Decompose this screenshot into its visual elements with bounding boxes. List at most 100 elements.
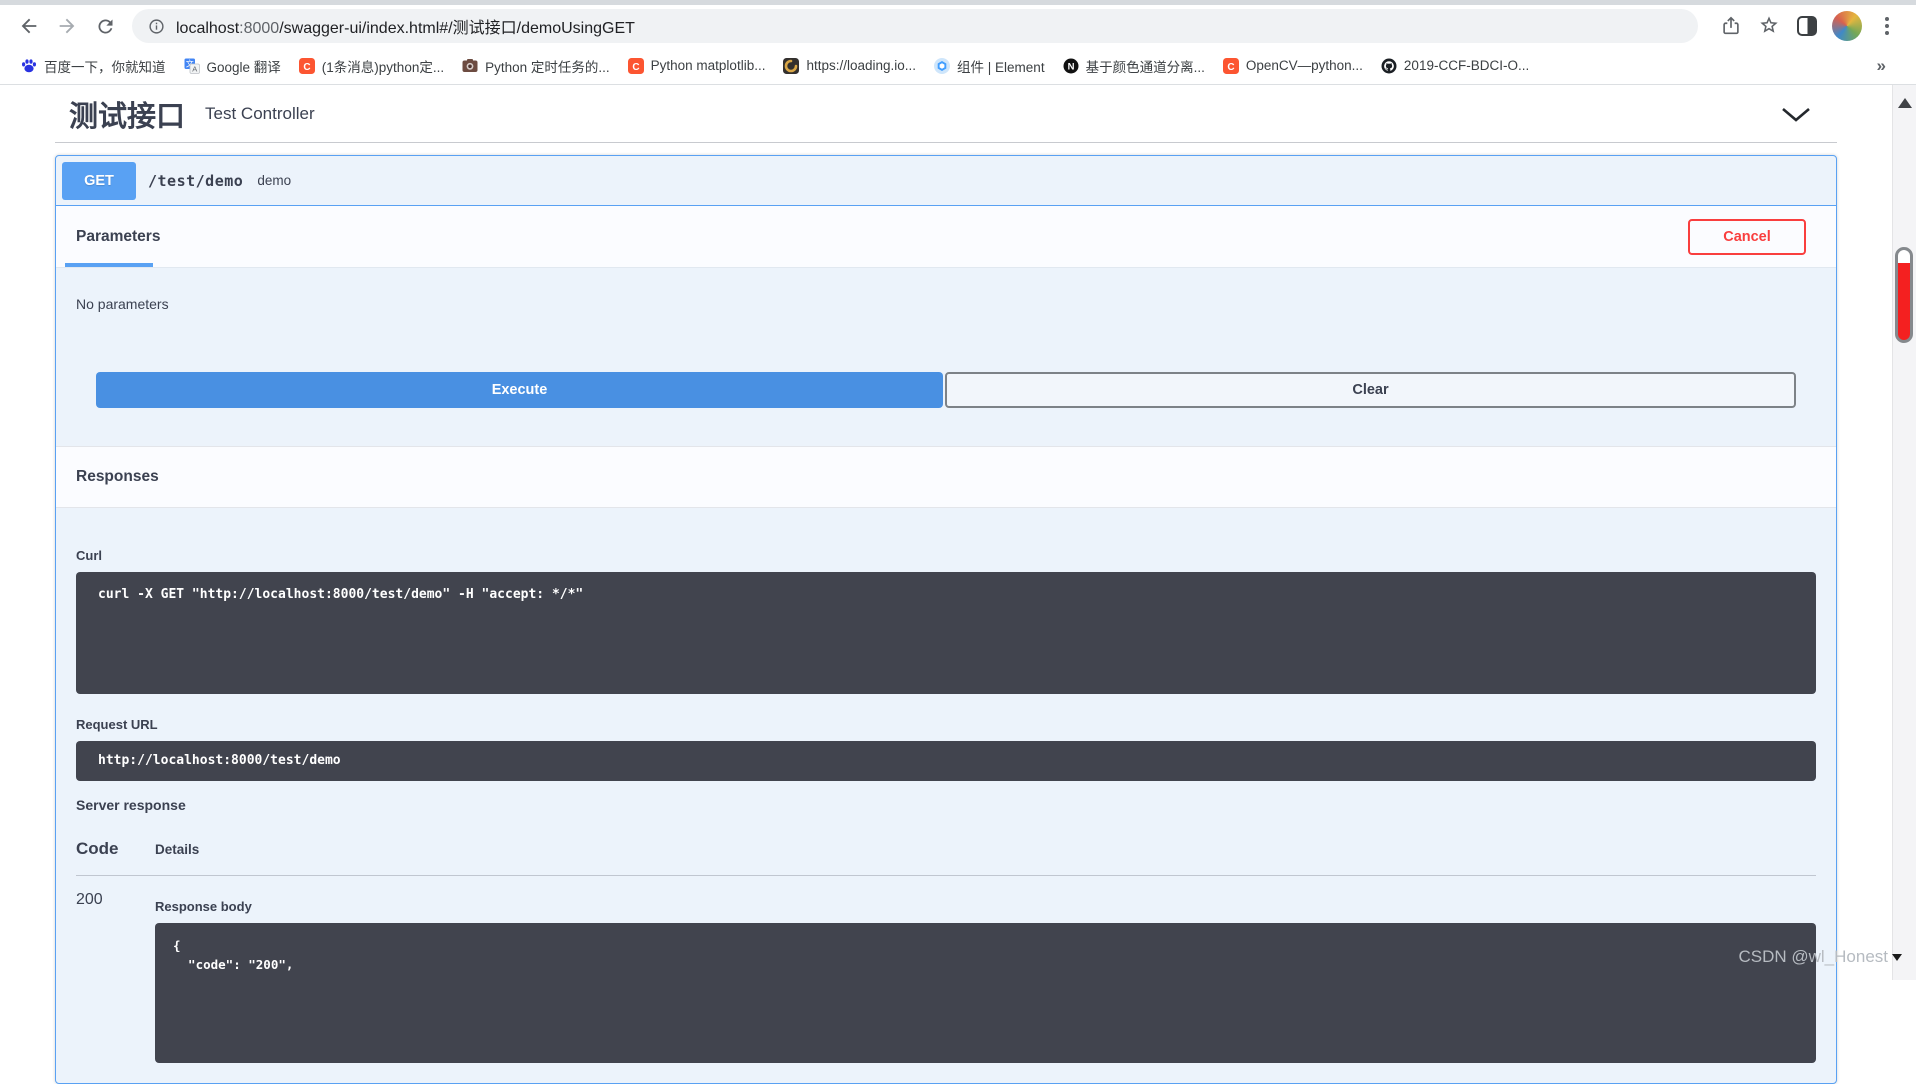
bookmark-element[interactable]: 组件 | Element xyxy=(925,51,1054,81)
responses-header: Responses xyxy=(56,446,1836,508)
response-body-label: Response body xyxy=(155,899,252,914)
opblock-summary[interactable]: GET /test/demo demo xyxy=(56,156,1836,206)
responses-table-header: Code Details xyxy=(76,825,1816,876)
swagger-page: 测试接口 Test Controller GET /test/demo demo… xyxy=(0,85,1916,1084)
scrollbar[interactable] xyxy=(1892,85,1916,980)
csdn-icon: C xyxy=(1222,57,1239,74)
parameters-header: Parameters Cancel xyxy=(56,206,1836,268)
execute-button[interactable]: Execute xyxy=(96,372,943,408)
bookmark-loading-io[interactable]: https://loading.io... xyxy=(774,53,925,79)
bookmark-star-button[interactable] xyxy=(1750,7,1788,45)
bookmark-label: 2019-CCF-BDCI-O... xyxy=(1403,58,1530,73)
responses-body: Curl curl -X GET "http://localhost:8000/… xyxy=(56,508,1836,1083)
element-icon xyxy=(934,57,951,74)
url-path: /swagger-ui/index.html#/测试接口/demoUsingGE… xyxy=(279,20,635,37)
browser-window: localhost:8000/swagger-ui/index.html#/测试… xyxy=(0,0,1916,1084)
svg-text:C: C xyxy=(1227,62,1234,73)
bookmarks-bar: 百度一下，你就知道 文A Google 翻译 C (1条消息)python定..… xyxy=(0,47,1916,85)
curl-command-block[interactable]: curl -X GET "http://localhost:8000/test/… xyxy=(76,572,1816,694)
caret-down-icon xyxy=(1892,954,1902,966)
request-url-value: http://localhost:8000/test/demo xyxy=(76,741,1816,781)
share-button[interactable] xyxy=(1712,7,1750,45)
forward-arrow-icon xyxy=(59,18,75,34)
csdn-icon: C xyxy=(298,57,315,74)
json-line: "code": "200", xyxy=(173,956,294,972)
back-arrow-icon xyxy=(21,18,37,34)
cancel-button[interactable]: Cancel xyxy=(1688,218,1806,255)
back-button[interactable] xyxy=(10,7,48,45)
chevron-down-icon[interactable] xyxy=(1781,107,1811,122)
side-panel-icon xyxy=(1797,16,1817,36)
bookmark-github-ccf[interactable]: 2019-CCF-BDCI-O... xyxy=(1372,53,1538,79)
execute-row: Execute Clear xyxy=(96,372,1796,408)
camera-icon xyxy=(462,58,478,74)
bookmark-label: OpenCV—python... xyxy=(1245,58,1363,73)
bookmark-label: Python 定时任务的... xyxy=(485,59,610,75)
csdn-icon: C xyxy=(627,57,644,74)
browser-toolbar: localhost:8000/swagger-ui/index.html#/测试… xyxy=(0,5,1916,47)
active-tab-underline xyxy=(65,263,153,267)
bookmark-opencv[interactable]: C OpenCV—python... xyxy=(1214,53,1372,79)
scroll-up-arrow-icon[interactable] xyxy=(1897,91,1912,108)
bookmark-label: Python matplotlib... xyxy=(650,58,766,73)
share-icon xyxy=(1723,16,1739,35)
bookmark-baidu[interactable]: 百度一下，你就知道 xyxy=(12,51,175,81)
profile-avatar[interactable] xyxy=(1832,11,1862,41)
url-host: localhost xyxy=(176,20,240,37)
method-badge: GET xyxy=(62,161,136,200)
baidu-paw-icon xyxy=(21,58,37,74)
details-column-header: Details xyxy=(155,842,200,857)
bookmarks-overflow-chevron[interactable]: » xyxy=(1871,56,1892,76)
server-response-label: Server response xyxy=(76,797,186,813)
opblock-get: GET /test/demo demo Parameters Cancel No… xyxy=(55,155,1837,1084)
bookmark-color-channel[interactable]: N 基于颜色通道分离... xyxy=(1054,51,1214,81)
bookmark-python-task[interactable]: Python 定时任务的... xyxy=(453,51,619,81)
loading-io-icon xyxy=(783,57,800,74)
responses-title: Responses xyxy=(76,468,159,485)
bookmark-matplotlib[interactable]: C Python matplotlib... xyxy=(619,53,775,79)
tag-title: 测试接口 xyxy=(69,100,186,133)
google-translate-icon: 文A xyxy=(184,58,200,74)
response-status-code: 200 xyxy=(76,891,103,908)
csdn-watermark: CSDN @wl_Honest xyxy=(1738,947,1902,967)
response-body-json[interactable]: { "code": "200", xyxy=(155,923,1816,1063)
endpoint-summary: demo xyxy=(257,173,292,188)
bookmark-label: (1条消息)python定... xyxy=(321,59,445,75)
watermark-text: CSDN @wl_Honest xyxy=(1738,947,1888,966)
svg-text:N: N xyxy=(1067,61,1074,72)
svg-text:A: A xyxy=(192,64,197,73)
code-column-header: Code xyxy=(76,839,119,858)
bookmark-google-translate[interactable]: 文A Google 翻译 xyxy=(175,51,290,81)
no-parameters-text: No parameters xyxy=(76,296,169,312)
scrollbar-thumb[interactable] xyxy=(1895,247,1913,343)
response-details: Response body { "code": "200", xyxy=(155,889,1816,1063)
api-tag-header[interactable]: 测试接口 Test Controller xyxy=(55,85,1837,143)
reload-icon xyxy=(97,18,112,33)
endpoint-path: /test/demo xyxy=(148,171,244,190)
bookmark-label: 组件 | Element xyxy=(957,59,1045,75)
browser-menu-button[interactable] xyxy=(1868,7,1906,45)
responses-table: Code Details 200 Response body { "code":… xyxy=(76,825,1816,1063)
svg-text:C: C xyxy=(303,62,310,73)
reload-button[interactable] xyxy=(86,7,124,45)
bookmark-label: 基于颜色通道分离... xyxy=(1085,59,1205,75)
address-bar[interactable]: localhost:8000/swagger-ui/index.html#/测试… xyxy=(132,9,1698,43)
star-icon xyxy=(1760,16,1778,33)
side-panel-button[interactable] xyxy=(1788,7,1826,45)
parameters-tab[interactable]: Parameters xyxy=(76,228,160,246)
clear-button[interactable]: Clear xyxy=(945,372,1796,408)
forward-button[interactable] xyxy=(48,7,86,45)
bookmark-label: Google 翻译 xyxy=(206,59,281,75)
bookmark-label: 百度一下，你就知道 xyxy=(44,59,166,75)
n-badge-icon: N xyxy=(1063,58,1079,74)
site-info-icon[interactable] xyxy=(148,18,165,35)
swagger-content: 测试接口 Test Controller GET /test/demo demo… xyxy=(55,85,1837,1084)
url-port: :8000 xyxy=(239,20,280,37)
bookmark-csdn-python[interactable]: C (1条消息)python定... xyxy=(290,51,453,81)
bookmark-label: https://loading.io... xyxy=(806,58,917,73)
three-dots-icon xyxy=(1885,24,1889,28)
url-text: localhost:8000/swagger-ui/index.html#/测试… xyxy=(176,14,635,38)
request-url-label: Request URL xyxy=(76,717,158,732)
github-icon xyxy=(1381,58,1397,74)
response-row: 200 Response body { "code": "200", xyxy=(76,876,1816,1063)
